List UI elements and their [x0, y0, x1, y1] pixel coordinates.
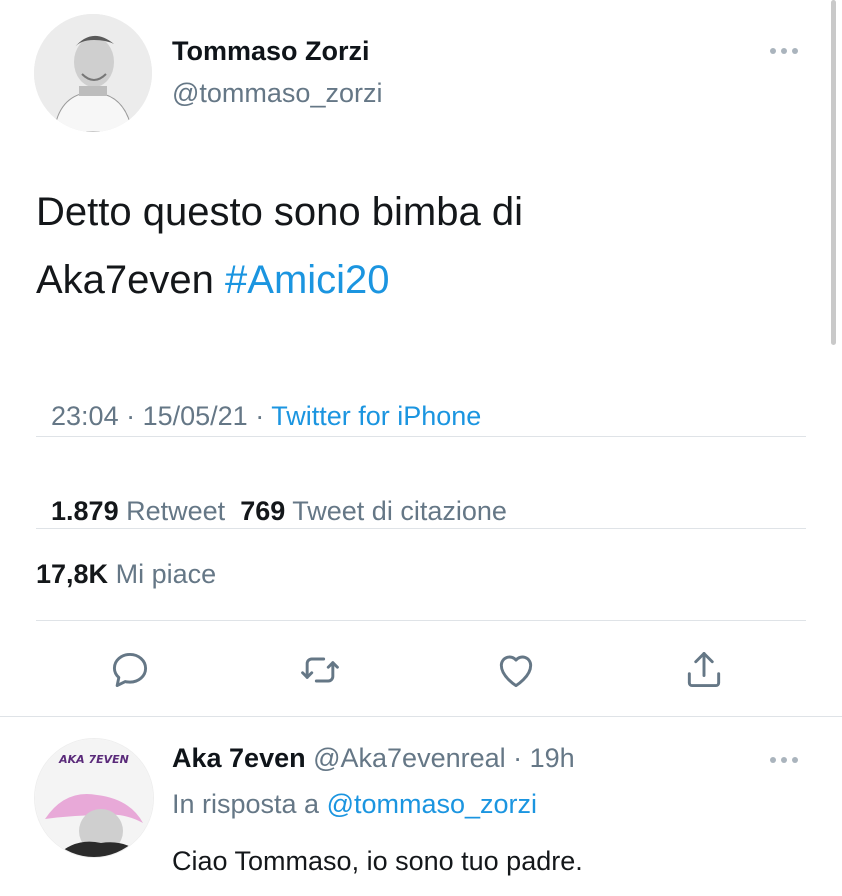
tweet-stats-retweets: 1.879 Retweet 769 Tweet di citazione [36, 465, 507, 527]
retweets-stat[interactable]: 1.879 Retweet [51, 496, 225, 526]
reply-header: Aka 7even @Aka7evenreal · 19h [172, 743, 575, 774]
divider [36, 436, 806, 437]
tweet-text-line2: Aka7even #Amici20 [36, 258, 390, 303]
reply-author-avatar[interactable]: AKA 7EVEN [34, 738, 154, 858]
tweet-text-plain: Aka7even [36, 258, 226, 302]
tweet-text-line1: Detto questo sono bimba di [36, 190, 523, 234]
reply-more-options-icon[interactable] [770, 757, 798, 763]
reply-text: Ciao Tommaso, io sono tuo padre. [172, 846, 583, 876]
quotes-stat[interactable]: 769 Tweet di citazione [240, 496, 507, 526]
divider [36, 528, 806, 529]
reply-time[interactable]: 19h [530, 743, 575, 773]
retweets-label: Retweet [126, 496, 226, 526]
reply-context: In risposta a @tommaso_zorzi [172, 789, 537, 820]
meta-separator: · [118, 401, 143, 431]
reply-author-handle[interactable]: @Aka7evenreal [313, 743, 506, 773]
hashtag-link[interactable]: #Amici20 [225, 258, 390, 302]
likes-count: 17,8K [36, 559, 109, 589]
scrollbar[interactable] [831, 0, 836, 345]
author-avatar[interactable] [34, 14, 152, 132]
likes-stat[interactable]: 17,8K Mi piace [36, 559, 216, 590]
author-handle[interactable]: @tommaso_zorzi [172, 78, 382, 109]
divider [0, 716, 842, 717]
tweet-source-link[interactable]: Twitter for iPhone [271, 401, 481, 431]
retweets-count: 1.879 [51, 496, 119, 526]
reply-icon [112, 652, 148, 688]
tweet-date[interactable]: 15/05/21 [143, 401, 248, 431]
likes-label: Mi piace [115, 559, 217, 589]
share-button[interactable] [680, 646, 728, 694]
tweet-time[interactable]: 23:04 [51, 401, 119, 431]
meta-separator: · [247, 401, 272, 431]
reply-avatar-logo-text: AKA 7EVEN [58, 753, 129, 766]
quotes-count: 769 [240, 496, 286, 526]
share-icon [687, 652, 721, 688]
reply-author-name[interactable]: Aka 7even [172, 743, 306, 773]
reply-context-prefix: In risposta a [172, 789, 327, 819]
quotes-label: Tweet di citazione [292, 496, 507, 526]
reply-separator: · [505, 743, 530, 773]
like-icon [499, 655, 533, 688]
reply-button[interactable] [106, 646, 154, 694]
retweet-icon [301, 657, 339, 683]
like-button[interactable] [492, 646, 540, 694]
retweet-button[interactable] [296, 646, 344, 694]
divider [36, 620, 806, 621]
reply-context-handle[interactable]: @tommaso_zorzi [327, 789, 537, 819]
more-options-icon[interactable] [770, 48, 798, 54]
author-name[interactable]: Tommaso Zorzi [172, 36, 370, 67]
tweet-meta: 23:04 · 15/05/21 · Twitter for iPhone [36, 370, 481, 432]
